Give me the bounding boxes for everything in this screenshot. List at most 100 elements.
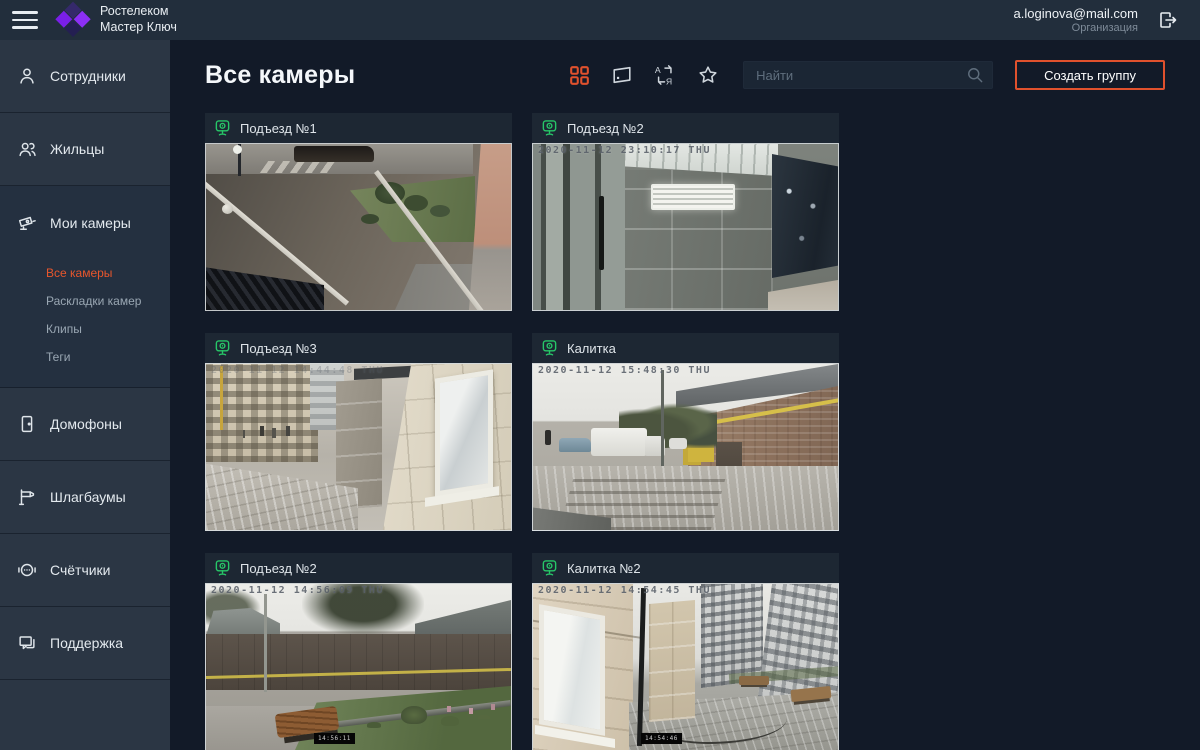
scene-people	[260, 426, 264, 436]
door-icon	[16, 413, 38, 435]
camera-card-header[interactable]: Подъезд №2	[532, 113, 839, 143]
people-icon	[16, 138, 38, 160]
camera-card: Подъезд №2 2020-11-12 14:56:0	[205, 553, 512, 750]
sidebar-group-my-cameras: Мои камеры Все камеры Раскладки камер Кл…	[0, 186, 170, 388]
camera-feed[interactable]: 2020-11-12 14:54:45 THU 14:54:46	[532, 583, 839, 750]
scene-brick-wall	[206, 634, 511, 690]
meter-icon	[16, 559, 38, 581]
sidebar-item-intercoms[interactable]: Домофоны	[0, 388, 170, 461]
sidebar-subitem-clips[interactable]: Клипы	[46, 315, 170, 343]
sidebar-item-support[interactable]: Поддержка	[0, 607, 170, 680]
camera-clock-overlay: 14:54:46	[641, 733, 682, 744]
camera-name: Калитка №2	[567, 561, 641, 576]
hamburger-menu-icon[interactable]	[12, 11, 38, 29]
webcam-icon	[214, 559, 231, 577]
camera-feed[interactable]: 2020-11-12 14:44:48 THU	[205, 363, 512, 531]
sidebar-item-my-cameras[interactable]: Мои камеры	[0, 186, 170, 259]
webcam-icon	[214, 339, 231, 357]
grid-view-icon[interactable]	[568, 64, 590, 86]
scene-night-window	[772, 154, 838, 278]
sidebar-item-employees[interactable]: Сотрудники	[0, 40, 170, 113]
scene-lamp	[233, 145, 242, 154]
sidebar-item-label: Мои камеры	[50, 215, 131, 231]
favorites-star-icon[interactable]	[697, 64, 719, 86]
app-window: Ростелеком Мастер Ключ a.loginova@mail.c…	[0, 0, 1200, 750]
person-icon	[16, 65, 38, 87]
sidebar-item-residents[interactable]: Жильцы	[0, 113, 170, 186]
camera-card-header[interactable]: Подъезд №2	[205, 553, 512, 583]
camera-card: Подъезд №2 2020-11-12 23:10:17 THU	[532, 113, 839, 311]
camera-feed[interactable]	[205, 143, 512, 311]
scene-roof	[206, 608, 280, 636]
sidebar-item-label: Поддержка	[50, 635, 123, 651]
camera-name: Калитка	[567, 341, 616, 356]
scene-bollard	[222, 204, 233, 214]
camera-timestamp: 2020-11-12 23:10:17 THU	[538, 145, 834, 156]
camera-card-header[interactable]: Калитка	[532, 333, 839, 363]
search-box	[743, 61, 993, 89]
view-toolbar: А Я	[568, 64, 719, 86]
camera-feed[interactable]: 2020-11-12 23:10:17 THU	[532, 143, 839, 311]
support-chat-icon	[16, 632, 38, 654]
sidebar-subitem-all-cameras[interactable]: Все камеры	[46, 259, 170, 287]
camera-card: Калитка	[532, 333, 839, 531]
scene-car	[294, 146, 374, 162]
main-content: Все камеры А Я	[170, 40, 1200, 750]
main-header: Все камеры А Я	[205, 40, 1165, 90]
logout-icon[interactable]	[1156, 8, 1180, 32]
camera-card-header[interactable]: Подъезд №1	[205, 113, 512, 143]
scene-van	[591, 428, 647, 456]
camera-card-header[interactable]: Калитка №2	[532, 553, 839, 583]
scene-window	[435, 369, 493, 496]
sidebar-item-meters[interactable]: Счётчики	[0, 534, 170, 607]
camera-name: Подъезд №2	[567, 121, 644, 136]
brand-line1: Ростелеком	[100, 4, 177, 20]
camera-grid: Подъезд №1	[205, 113, 1165, 750]
camera-clock-overlay: 14:56:11	[314, 733, 355, 744]
layouts-icon[interactable]	[611, 64, 633, 86]
camera-timestamp: 2020-11-12 14:56:09 THU	[211, 585, 507, 596]
sidebar-subitem-tags[interactable]: Теги	[46, 343, 170, 371]
camera-timestamp: 2020-11-12 14:44:48 THU	[211, 365, 507, 376]
scene-car	[669, 438, 687, 449]
svg-text:А: А	[655, 65, 661, 75]
scene-vent-grille	[651, 184, 735, 210]
scene-plants	[401, 706, 427, 724]
scene-floor	[768, 280, 838, 310]
camera-timestamp: 2020-11-12 15:48:30 THU	[538, 365, 834, 376]
sidebar-item-barriers[interactable]: Шлагбаумы	[0, 461, 170, 534]
scene-column	[649, 600, 695, 722]
svg-text:Я: Я	[666, 77, 672, 86]
scene-car	[559, 438, 591, 452]
camera-name: Подъезд №2	[240, 561, 317, 576]
camera-feed[interactable]: 2020-11-12 15:48:30 THU	[532, 363, 839, 531]
search-input[interactable]	[743, 61, 993, 89]
user-role: Организация	[1014, 22, 1138, 34]
sidebar-item-label: Счётчики	[50, 562, 111, 578]
scene-pole	[264, 594, 267, 692]
page-title: Все камеры	[205, 61, 355, 90]
webcam-icon	[214, 119, 231, 137]
scene-window	[539, 604, 605, 736]
topbar: Ростелеком Мастер Ключ a.loginova@mail.c…	[0, 0, 1200, 40]
sort-alphabetical-icon[interactable]: А Я	[654, 64, 676, 86]
webcam-icon	[541, 559, 558, 577]
scene-bench	[739, 676, 769, 685]
account-info: a.loginova@mail.com Организация	[1014, 6, 1138, 34]
create-group-button[interactable]: Создать группу	[1015, 60, 1165, 90]
camera-card: Подъезд №1	[205, 113, 512, 311]
sidebar-item-label: Сотрудники	[50, 68, 126, 84]
webcam-icon	[541, 119, 558, 137]
camera-feed[interactable]: 2020-11-12 14:56:09 THU 14:56:11	[205, 583, 512, 750]
rostelecom-logo	[55, 2, 92, 39]
scene-flowers	[447, 706, 451, 712]
sidebar-subitem-camera-layouts[interactable]: Раскладки камер	[46, 287, 170, 315]
webcam-icon	[541, 339, 558, 357]
sidebar: Сотрудники Жильцы Мои камеры Все камеры …	[0, 40, 170, 750]
sidebar-subnav: Все камеры Раскладки камер Клипы Теги	[0, 259, 170, 387]
camera-card: Подъезд №3 2020-11-12 14:44:48 THU	[205, 333, 512, 531]
scene-sign-pole	[661, 370, 664, 466]
brand-line2: Мастер Ключ	[100, 20, 177, 36]
cctv-camera-icon	[16, 212, 38, 234]
camera-card-header[interactable]: Подъезд №3	[205, 333, 512, 363]
